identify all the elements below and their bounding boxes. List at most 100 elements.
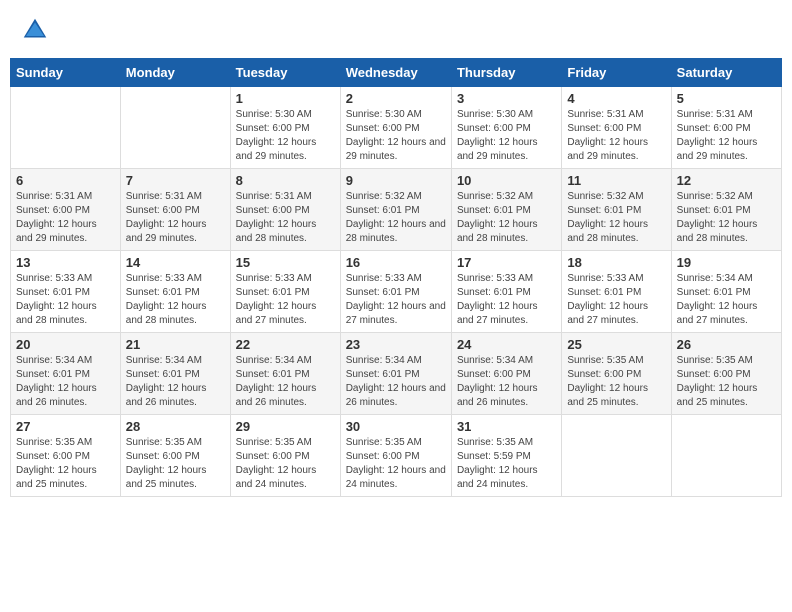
day-number: 17 [457, 255, 556, 270]
day-number: 29 [236, 419, 335, 434]
day-number: 3 [457, 91, 556, 106]
day-number: 24 [457, 337, 556, 352]
day-number: 31 [457, 419, 556, 434]
day-number: 16 [346, 255, 446, 270]
day-info: Sunrise: 5:31 AM Sunset: 6:00 PM Dayligh… [16, 190, 115, 246]
calendar-cell: 13Sunrise: 5:33 AM Sunset: 6:01 PM Dayli… [11, 251, 121, 333]
weekday-header-thursday: Thursday [451, 59, 561, 87]
day-info: Sunrise: 5:34 AM Sunset: 6:01 PM Dayligh… [677, 272, 776, 328]
day-info: Sunrise: 5:31 AM Sunset: 6:00 PM Dayligh… [677, 108, 776, 164]
day-number: 5 [677, 91, 776, 106]
day-info: Sunrise: 5:34 AM Sunset: 6:00 PM Dayligh… [457, 354, 556, 410]
day-info: Sunrise: 5:31 AM Sunset: 6:00 PM Dayligh… [567, 108, 665, 164]
day-info: Sunrise: 5:31 AM Sunset: 6:00 PM Dayligh… [236, 190, 335, 246]
calendar-body: 1Sunrise: 5:30 AM Sunset: 6:00 PM Daylig… [11, 87, 782, 497]
calendar-cell: 9 Sunrise: 5:32 AM Sunset: 6:01 PM Daylig… [340, 169, 451, 251]
day-number: 18 [567, 255, 665, 270]
day-number: 20 [16, 337, 115, 352]
calendar-cell: 14 Sunrise: 5:33 AM Sunset: 6:01 PM Dayli… [120, 251, 230, 333]
calendar-week-4: 20 Sunrise: 5:34 AM Sunset: 6:01 PM Dayli… [11, 333, 782, 415]
calendar-week-1: 1Sunrise: 5:30 AM Sunset: 6:00 PM Daylig… [11, 87, 782, 169]
calendar-cell: 10Sunrise: 5:32 AM Sunset: 6:01 PM Dayli… [451, 169, 561, 251]
day-info: Sunrise: 5:32 AM Sunset: 6:01 PM Dayligh… [346, 190, 446, 246]
day-info: Sunrise: 5:30 AM Sunset: 6:00 PM Dayligh… [457, 108, 556, 164]
day-number: 10 [457, 173, 556, 188]
calendar-cell: 26Sunrise: 5:35 AM Sunset: 6:00 PM Dayli… [671, 333, 781, 415]
calendar-cell: 18 Sunrise: 5:33 AM Sunset: 6:01 PM Dayli… [562, 251, 671, 333]
calendar-cell [562, 415, 671, 497]
calendar-cell: 24 Sunrise: 5:34 AM Sunset: 6:00 PM Dayli… [451, 333, 561, 415]
day-number: 9 [346, 173, 446, 188]
day-number: 8 [236, 173, 335, 188]
day-info: Sunrise: 5:30 AM Sunset: 6:00 PM Dayligh… [236, 108, 335, 164]
day-info: Sunrise: 5:32 AM Sunset: 6:01 PM Dayligh… [677, 190, 776, 246]
calendar-cell: 4 Sunrise: 5:31 AM Sunset: 6:00 PM Daylig… [562, 87, 671, 169]
calendar-cell: 31 Sunrise: 5:35 AM Sunset: 5:59 PM Dayli… [451, 415, 561, 497]
calendar-week-3: 13Sunrise: 5:33 AM Sunset: 6:01 PM Dayli… [11, 251, 782, 333]
weekday-header-wednesday: Wednesday [340, 59, 451, 87]
weekday-header-row: SundayMondayTuesdayWednesdayThursdayFrid… [11, 59, 782, 87]
calendar-cell: 1Sunrise: 5:30 AM Sunset: 6:00 PM Daylig… [230, 87, 340, 169]
day-info: Sunrise: 5:35 AM Sunset: 6:00 PM Dayligh… [346, 436, 446, 492]
day-info: Sunrise: 5:33 AM Sunset: 6:01 PM Dayligh… [346, 272, 446, 328]
calendar-cell: 20 Sunrise: 5:34 AM Sunset: 6:01 PM Dayli… [11, 333, 121, 415]
day-info: Sunrise: 5:35 AM Sunset: 6:00 PM Dayligh… [126, 436, 225, 492]
day-info: Sunrise: 5:35 AM Sunset: 6:00 PM Dayligh… [677, 354, 776, 410]
day-number: 21 [126, 337, 225, 352]
day-number: 25 [567, 337, 665, 352]
calendar-week-5: 27Sunrise: 5:35 AM Sunset: 6:00 PM Dayli… [11, 415, 782, 497]
day-number: 14 [126, 255, 225, 270]
day-number: 6 [16, 173, 115, 188]
weekday-header-tuesday: Tuesday [230, 59, 340, 87]
calendar-cell: 7 Sunrise: 5:31 AM Sunset: 6:00 PM Daylig… [120, 169, 230, 251]
day-info: Sunrise: 5:35 AM Sunset: 6:00 PM Dayligh… [567, 354, 665, 410]
calendar-cell: 8 Sunrise: 5:31 AM Sunset: 6:00 PM Daylig… [230, 169, 340, 251]
day-number: 22 [236, 337, 335, 352]
calendar-cell: 15Sunrise: 5:33 AM Sunset: 6:01 PM Dayli… [230, 251, 340, 333]
calendar-cell [11, 87, 121, 169]
day-info: Sunrise: 5:33 AM Sunset: 6:01 PM Dayligh… [126, 272, 225, 328]
calendar-cell: 30 Sunrise: 5:35 AM Sunset: 6:00 PM Dayli… [340, 415, 451, 497]
day-info: Sunrise: 5:35 AM Sunset: 5:59 PM Dayligh… [457, 436, 556, 492]
calendar-cell: 6 Sunrise: 5:31 AM Sunset: 6:00 PM Daylig… [11, 169, 121, 251]
day-number: 30 [346, 419, 446, 434]
logo [20, 15, 54, 45]
day-info: Sunrise: 5:35 AM Sunset: 6:00 PM Dayligh… [236, 436, 335, 492]
day-number: 19 [677, 255, 776, 270]
page-header [10, 10, 782, 50]
weekday-header-monday: Monday [120, 59, 230, 87]
day-number: 23 [346, 337, 446, 352]
calendar-cell: 11Sunrise: 5:32 AM Sunset: 6:01 PM Dayli… [562, 169, 671, 251]
day-info: Sunrise: 5:33 AM Sunset: 6:01 PM Dayligh… [236, 272, 335, 328]
day-number: 28 [126, 419, 225, 434]
day-info: Sunrise: 5:33 AM Sunset: 6:01 PM Dayligh… [567, 272, 665, 328]
calendar-cell: 23 Sunrise: 5:34 AM Sunset: 6:01 PM Dayli… [340, 333, 451, 415]
calendar-cell: 29 Sunrise: 5:35 AM Sunset: 6:00 PM Dayli… [230, 415, 340, 497]
calendar-cell: 22 Sunrise: 5:34 AM Sunset: 6:01 PM Dayli… [230, 333, 340, 415]
calendar-cell: 25 Sunrise: 5:35 AM Sunset: 6:00 PM Dayli… [562, 333, 671, 415]
day-info: Sunrise: 5:33 AM Sunset: 6:01 PM Dayligh… [16, 272, 115, 328]
calendar-cell: 3 Sunrise: 5:30 AM Sunset: 6:00 PM Daylig… [451, 87, 561, 169]
calendar-cell: 28 Sunrise: 5:35 AM Sunset: 6:00 PM Dayli… [120, 415, 230, 497]
day-number: 12 [677, 173, 776, 188]
calendar-cell: 21Sunrise: 5:34 AM Sunset: 6:01 PM Dayli… [120, 333, 230, 415]
day-info: Sunrise: 5:34 AM Sunset: 6:01 PM Dayligh… [346, 354, 446, 410]
day-number: 7 [126, 173, 225, 188]
day-info: Sunrise: 5:35 AM Sunset: 6:00 PM Dayligh… [16, 436, 115, 492]
calendar-table: SundayMondayTuesdayWednesdayThursdayFrid… [10, 58, 782, 497]
calendar-cell: 5 Sunrise: 5:31 AM Sunset: 6:00 PM Daylig… [671, 87, 781, 169]
calendar-cell: 17 Sunrise: 5:33 AM Sunset: 6:01 PM Dayli… [451, 251, 561, 333]
weekday-header-saturday: Saturday [671, 59, 781, 87]
day-info: Sunrise: 5:31 AM Sunset: 6:00 PM Dayligh… [126, 190, 225, 246]
weekday-header-friday: Friday [562, 59, 671, 87]
day-info: Sunrise: 5:33 AM Sunset: 6:01 PM Dayligh… [457, 272, 556, 328]
day-info: Sunrise: 5:34 AM Sunset: 6:01 PM Dayligh… [236, 354, 335, 410]
day-number: 4 [567, 91, 665, 106]
calendar-week-2: 6 Sunrise: 5:31 AM Sunset: 6:00 PM Daylig… [11, 169, 782, 251]
calendar-cell: 12 Sunrise: 5:32 AM Sunset: 6:01 PM Dayli… [671, 169, 781, 251]
day-info: Sunrise: 5:34 AM Sunset: 6:01 PM Dayligh… [16, 354, 115, 410]
calendar-cell [671, 415, 781, 497]
day-info: Sunrise: 5:32 AM Sunset: 6:01 PM Dayligh… [567, 190, 665, 246]
calendar-cell: 16 Sunrise: 5:33 AM Sunset: 6:01 PM Dayli… [340, 251, 451, 333]
logo-icon [20, 15, 50, 45]
